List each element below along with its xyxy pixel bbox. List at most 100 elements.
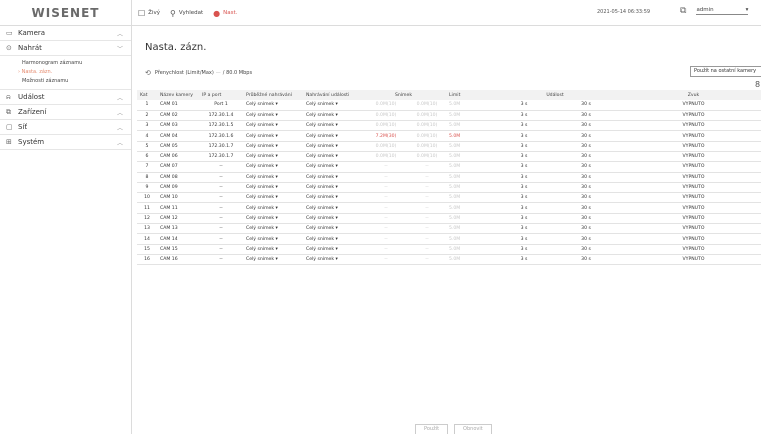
monitor-icon[interactable]: ⧉ [680, 6, 686, 16]
post-event-select[interactable]: 30 s [555, 134, 617, 139]
event-record-select[interactable]: Celý snímek ▾ [303, 130, 361, 142]
continuous-select[interactable]: Celý snímek ▾ [243, 110, 303, 122]
refresh-icon[interactable]: ⟲ [145, 69, 151, 77]
apply-button[interactable]: Použít [415, 424, 449, 434]
pre-event-select[interactable]: 3 s [493, 154, 555, 159]
nav-live[interactable]: ☐ Živý [138, 9, 160, 18]
post-event-select[interactable]: 30 s [555, 113, 617, 118]
event-record-select[interactable]: Celý snímek ▾ [303, 151, 361, 163]
pre-event-select[interactable]: 3 s [493, 134, 555, 139]
sidebar-item-network[interactable]: ▢ Síť ︿ [0, 120, 131, 135]
post-event-select[interactable]: 30 s [555, 237, 617, 242]
continuous-select[interactable]: Celý snímek ▾ [243, 192, 303, 204]
audio-select[interactable]: VYPNUTO [620, 202, 761, 214]
cancel-button[interactable]: Obnovit [454, 424, 492, 434]
continuous-select[interactable]: Celý snímek ▾ [243, 202, 303, 214]
post-event-select[interactable]: 30 s [555, 185, 617, 190]
audio-select[interactable]: VYPNUTO [620, 141, 761, 152]
continuous-select[interactable]: Celý snímek ▾ [243, 100, 303, 111]
pre-event-select[interactable]: 3 s [493, 257, 555, 262]
sidebar-item-record[interactable]: ⊙ Nahrát ﹀ [0, 41, 131, 56]
continuous-select[interactable]: Celý snímek ▾ [243, 223, 303, 235]
event-record-select[interactable]: Celý snímek ▾ [303, 100, 361, 111]
event-record-select[interactable]: Celý snímek ▾ [303, 182, 361, 194]
post-event-select[interactable]: 30 s [555, 247, 617, 252]
continuous-select[interactable]: Celý snímek ▾ [243, 120, 303, 132]
audio-select[interactable]: VYPNUTO [620, 254, 761, 266]
continuous-select[interactable]: Celý snímek ▾ [243, 213, 303, 225]
pre-event-select[interactable]: 3 s [493, 102, 555, 107]
post-event-select[interactable]: 30 s [555, 123, 617, 128]
event-record-select[interactable]: Celý snímek ▾ [303, 192, 361, 204]
user-dropdown[interactable]: admin ▾ [696, 7, 749, 15]
audio-select[interactable]: VYPNUTO [620, 233, 761, 245]
sidebar-item-device[interactable]: ⧉ Zařízení ︿ [0, 105, 131, 120]
sidebar-item-camera[interactable]: ▭ Kamera ︿ [0, 26, 131, 41]
audio-select[interactable]: VYPNUTO [620, 161, 761, 173]
pre-event-select[interactable]: 3 s [493, 247, 555, 252]
audio-select[interactable]: VYPNUTO [620, 130, 761, 142]
pre-event-select[interactable]: 3 s [493, 123, 555, 128]
pre-event-select[interactable]: 3 s [493, 206, 555, 211]
event-record-select[interactable]: Celý snímek ▾ [303, 202, 361, 214]
audio-select[interactable]: VYPNUTO [620, 244, 761, 255]
continuous-select[interactable]: Celý snímek ▾ [243, 161, 303, 173]
event-record-select[interactable]: Celý snímek ▾ [303, 254, 361, 266]
pre-event-select[interactable]: 3 s [493, 237, 555, 242]
pre-event-select[interactable]: 3 s [493, 113, 555, 118]
audio-select[interactable]: VYPNUTO [620, 213, 761, 225]
nav-setup[interactable]: ● Nast. [213, 9, 237, 18]
cell-event: 3 s 30 s [490, 213, 620, 225]
pre-event-select[interactable]: 3 s [493, 175, 555, 180]
event-record-select[interactable]: Celý snímek ▾ [303, 244, 361, 255]
post-event-select[interactable]: 30 s [555, 195, 617, 200]
continuous-select[interactable]: Celý snímek ▾ [243, 254, 303, 266]
continuous-select[interactable]: Celý snímek ▾ [243, 141, 303, 152]
post-event-select[interactable]: 30 s [555, 257, 617, 262]
pre-event-select[interactable]: 3 s [493, 185, 555, 190]
audio-select[interactable]: VYPNUTO [620, 172, 761, 183]
post-event-select[interactable]: 30 s [555, 144, 617, 149]
apply-all-button[interactable]: Použít na ostatní kamery [690, 66, 761, 77]
audio-select[interactable]: VYPNUTO [620, 100, 761, 111]
event-record-select[interactable]: Celý snímek ▾ [303, 120, 361, 132]
post-event-select[interactable]: 30 s [555, 175, 617, 180]
post-event-select[interactable]: 30 s [555, 102, 617, 107]
continuous-select[interactable]: Celý snímek ▾ [243, 244, 303, 255]
event-record-select[interactable]: Celý snímek ▾ [303, 233, 361, 245]
event-record-select[interactable]: Celý snímek ▾ [303, 141, 361, 152]
submenu-record-options[interactable]: Možnosti záznamu [0, 77, 131, 86]
pre-event-select[interactable]: 3 s [493, 164, 555, 169]
continuous-select[interactable]: Celý snímek ▾ [243, 151, 303, 163]
event-record-select[interactable]: Celý snímek ▾ [303, 213, 361, 225]
event-record-select[interactable]: Celý snímek ▾ [303, 172, 361, 183]
sidebar-item-system[interactable]: ⊞ Systém ︿ [0, 135, 131, 150]
event-record-select[interactable]: Celý snímek ▾ [303, 110, 361, 122]
audio-select[interactable]: VYPNUTO [620, 192, 761, 204]
nav-search[interactable]: ⚲ Vyhledat [170, 9, 203, 18]
event-record-select[interactable]: Celý snímek ▾ [303, 223, 361, 235]
audio-select[interactable]: VYPNUTO [620, 182, 761, 194]
post-event-select[interactable]: 30 s [555, 164, 617, 169]
audio-select[interactable]: VYPNUTO [620, 151, 761, 163]
post-event-select[interactable]: 30 s [555, 154, 617, 159]
event-record-select[interactable]: Celý snímek ▾ [303, 161, 361, 173]
pre-event-select[interactable]: 3 s [493, 144, 555, 149]
post-event-select[interactable]: 30 s [555, 226, 617, 231]
sidebar-item-label: Zařízení [18, 108, 47, 116]
post-event-select[interactable]: 30 s [555, 216, 617, 221]
pre-event-select[interactable]: 3 s [493, 226, 555, 231]
audio-select[interactable]: VYPNUTO [620, 223, 761, 235]
continuous-select[interactable]: Celý snímek ▾ [243, 130, 303, 142]
audio-select[interactable]: VYPNUTO [620, 120, 761, 132]
continuous-select[interactable]: Celý snímek ▾ [243, 233, 303, 245]
submenu-record-setup[interactable]: › Nasta. zázn. [0, 68, 131, 77]
continuous-select[interactable]: Celý snímek ▾ [243, 182, 303, 194]
sidebar-item-event[interactable]: ⍾ Událost ︿ [0, 90, 131, 105]
audio-select[interactable]: VYPNUTO [620, 110, 761, 122]
pre-event-select[interactable]: 3 s [493, 195, 555, 200]
submenu-record-schedule[interactable]: Harmonogram záznamu [0, 59, 131, 68]
pre-event-select[interactable]: 3 s [493, 216, 555, 221]
post-event-select[interactable]: 30 s [555, 206, 617, 211]
continuous-select[interactable]: Celý snímek ▾ [243, 172, 303, 183]
